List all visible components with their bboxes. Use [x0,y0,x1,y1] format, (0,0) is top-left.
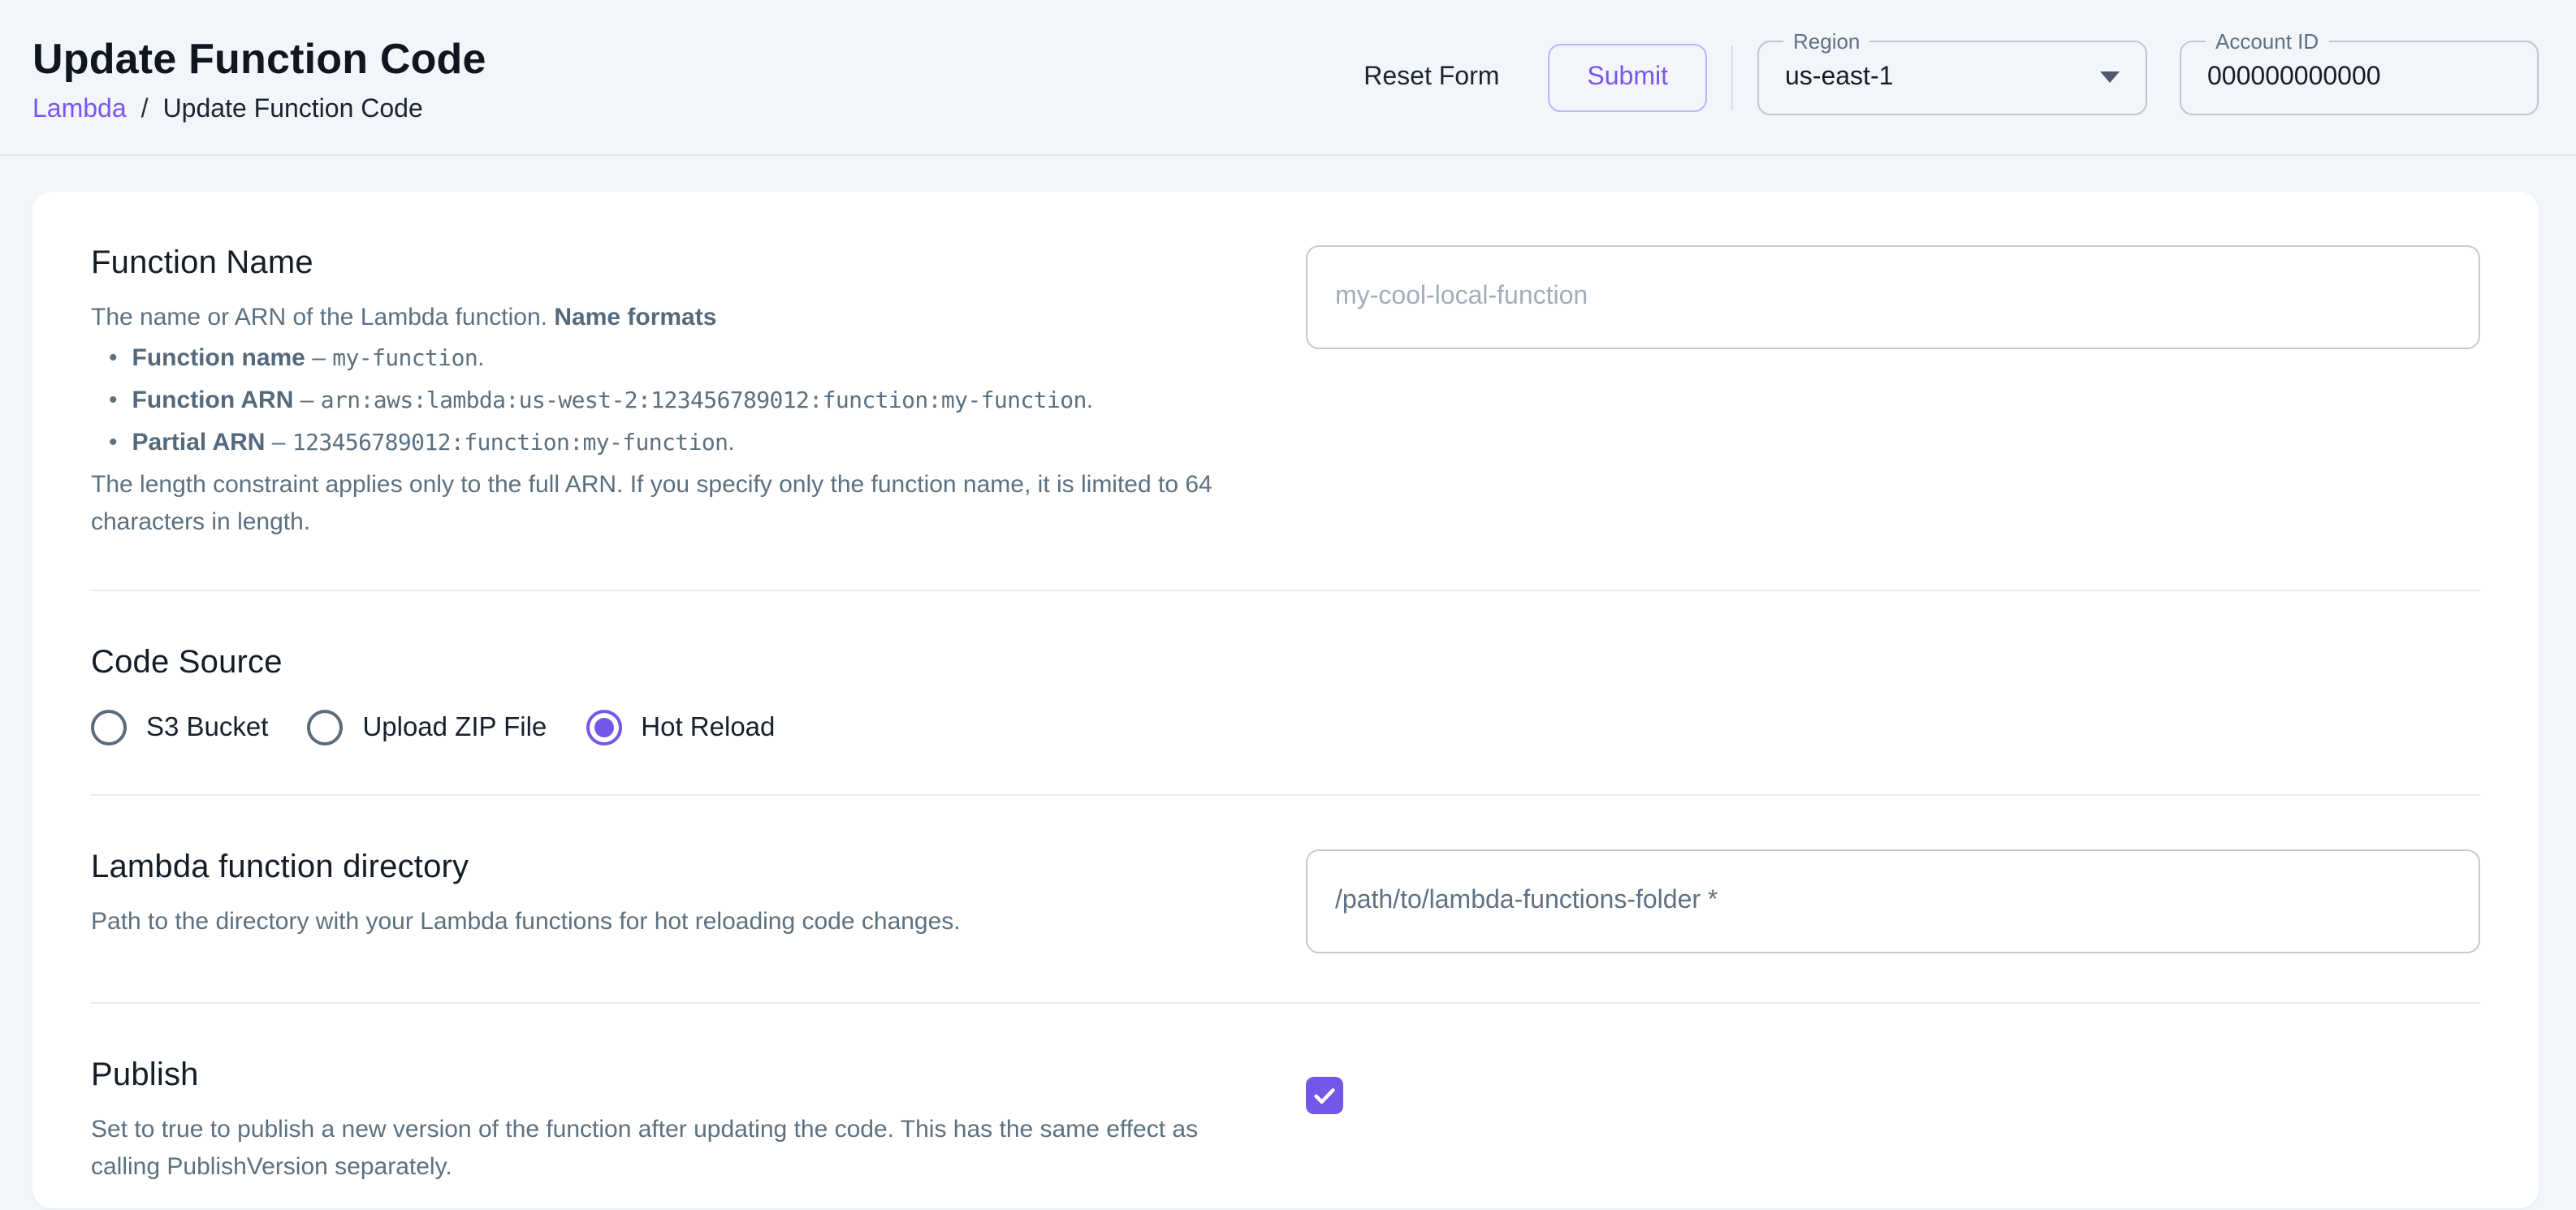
header-actions: Reset Form Submit Region us-east-1 Accou… [1334,40,2539,115]
function-name-heading: Function Name [91,245,1267,283]
function-name-info: Function Name The name or ARN of the Lam… [91,245,1267,541]
checkmark-icon [1312,1083,1337,1108]
radio-label: S3 Bucket [146,712,268,743]
publish-info: Publish Set to true to publish a new ver… [91,1057,1267,1186]
app-viewport: Update Function Code Lambda / Update Fun… [0,0,2576,1210]
region-select[interactable]: Region us-east-1 [1757,40,2147,115]
function-name-desc-intro: The name or ARN of the Lambda function. [91,304,554,331]
code-source-heading: Code Source [91,645,2480,682]
list-item: Function ARN – arn:aws:lambda:us-west-2:… [91,380,1267,422]
breadcrumb-separator: / [141,95,149,124]
breadcrumb-current: Update Function Code [163,95,423,124]
radio-icon [586,710,621,745]
page-body: Function Name The name or ARN of the Lam… [0,156,2576,1208]
publish-checkbox[interactable] [1306,1077,1343,1114]
reset-form-button[interactable]: Reset Form [1334,46,1528,108]
function-name-field-column [1306,245,2480,541]
section-code-source: Code Source S3 Bucket Upload ZIP File Ho… [91,590,2480,794]
code-source-radio-group: S3 Bucket Upload ZIP File Hot Reload [91,710,2480,745]
directory-heading: Lambda function directory [91,849,1267,887]
header-divider [1731,45,1733,110]
region-selected-value: us-east-1 [1785,63,1893,92]
account-id-field: Account ID [2180,40,2539,115]
function-name-desc-outro: The length constraint applies only to th… [91,471,1212,536]
radio-label: Upload ZIP File [362,712,547,743]
chevron-down-icon [2100,71,2120,83]
radio-icon [91,710,127,745]
radio-upload-zip-file[interactable]: Upload ZIP File [307,710,547,745]
page-title: Update Function Code [32,33,486,84]
directory-field-column [1306,849,2480,953]
directory-description: Path to the directory with your Lambda f… [91,903,1267,940]
name-format-list: Function name – my-function. Function AR… [91,338,1267,465]
radio-hot-reload[interactable]: Hot Reload [586,710,775,745]
directory-input[interactable] [1306,849,2480,953]
radio-s3-bucket[interactable]: S3 Bucket [91,710,268,745]
header-title-block: Update Function Code Lambda / Update Fun… [32,30,486,124]
function-name-description: The name or ARN of the Lambda function. … [91,299,1267,541]
breadcrumb: Lambda / Update Function Code [32,95,486,124]
function-name-desc-bold: Name formats [554,304,716,331]
radio-icon [307,710,343,745]
radio-label: Hot Reload [641,712,775,743]
submit-button[interactable]: Submit [1548,43,1707,111]
list-item: Partial ARN – 123456789012:function:my-f… [91,422,1267,465]
section-publish: Publish Set to true to publish a new ver… [91,1002,2480,1208]
section-function-name: Function Name The name or ARN of the Lam… [91,192,2480,590]
account-id-label: Account ID [2206,27,2328,54]
directory-info: Lambda function directory Path to the di… [91,849,1267,953]
region-select-label: Region [1783,27,1869,54]
publish-heading: Publish [91,1057,1267,1095]
form-card: Function Name The name or ARN of the Lam… [32,192,2539,1208]
publish-field-column [1306,1057,2480,1186]
publish-description: Set to true to publish a new version of … [91,1111,1267,1186]
function-name-input[interactable] [1306,245,2480,349]
section-directory: Lambda function directory Path to the di… [91,794,2480,1002]
breadcrumb-lambda-link[interactable]: Lambda [32,95,127,124]
page-header: Update Function Code Lambda / Update Fun… [0,0,2576,156]
account-id-input[interactable] [2207,63,2514,92]
list-item: Function name – my-function. [91,338,1267,380]
